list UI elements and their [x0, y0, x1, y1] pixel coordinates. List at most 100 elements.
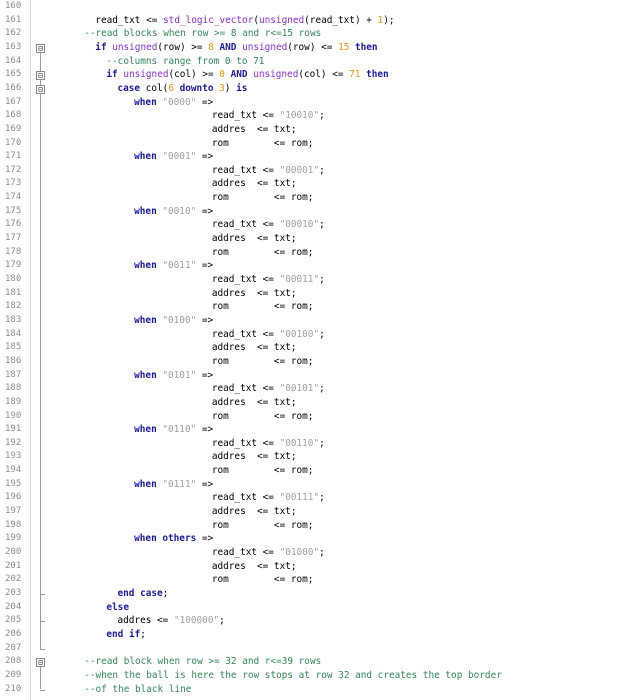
- code-line[interactable]: when "0011" =>: [134, 260, 213, 271]
- code-token: addres <= txt;: [211, 178, 297, 190]
- code-line[interactable]: addres <= txt;: [212, 178, 297, 189]
- code-token: rom <= rom;: [211, 192, 314, 204]
- code-line[interactable]: addres <= "100000";: [118, 615, 225, 626]
- fold-toggle-icon[interactable]: ⊟: [36, 658, 45, 668]
- code-token: "00010": [279, 219, 320, 231]
- code-line[interactable]: when "0100" =>: [134, 315, 213, 326]
- code-line[interactable]: addres <= txt;: [212, 233, 297, 244]
- code-token: addres <= txt;: [211, 287, 297, 299]
- code-line[interactable]: --columns range from 0 to 71: [106, 56, 264, 67]
- code-line[interactable]: read_txt <= "00100";: [212, 329, 325, 340]
- code-token: col(: [145, 82, 169, 94]
- code-line[interactable]: read_txt <= "01000";: [212, 547, 325, 558]
- code-line[interactable]: --when the ball is here the row stops at…: [84, 670, 502, 681]
- code-line[interactable]: rom <= rom;: [212, 520, 314, 531]
- code-token: --read blocks when row >= 8 and r<=15 ro…: [84, 28, 322, 40]
- code-token: unsigned: [253, 69, 299, 81]
- code-token: when: [134, 424, 163, 436]
- code-line[interactable]: read_txt <= "00011";: [212, 274, 325, 285]
- code-line[interactable]: rom <= rom;: [212, 356, 314, 367]
- code-line[interactable]: when "0010" =>: [134, 206, 213, 217]
- code-token: --read block when row >= 32 and r<=39 ro…: [84, 656, 322, 668]
- code-line[interactable]: when others =>: [134, 533, 213, 544]
- code-token: then: [360, 69, 389, 81]
- code-token: 15: [338, 41, 350, 53]
- code-token: read_txt <=: [211, 547, 280, 558]
- code-line[interactable]: when "0101" =>: [134, 370, 213, 381]
- fold-toggle-icon[interactable]: ⊟: [36, 84, 45, 94]
- code-token: =>: [196, 369, 214, 381]
- code-token: rom <= rom;: [211, 465, 314, 477]
- code-token: =>: [196, 205, 214, 217]
- code-token: =>: [196, 478, 214, 490]
- code-token: if: [106, 69, 124, 81]
- code-line[interactable]: addres <= txt;: [212, 288, 297, 299]
- fold-end-marker: [40, 689, 45, 691]
- code-token: addres <= txt;: [211, 396, 297, 408]
- code-token: "0111": [162, 478, 197, 490]
- code-line[interactable]: addres <= txt;: [212, 342, 297, 353]
- code-line[interactable]: --read blocks when row >= 8 and r<=15 ro…: [84, 28, 321, 39]
- code-token: "0110": [162, 424, 197, 436]
- code-token: --of the black line: [84, 683, 192, 695]
- code-token: addres <= txt;: [211, 233, 297, 245]
- code-token: end case: [117, 587, 163, 599]
- code-line[interactable]: read_txt <= "10010";: [212, 110, 325, 121]
- code-line[interactable]: end case;: [118, 588, 169, 599]
- code-token: ;: [319, 110, 325, 122]
- code-line[interactable]: rom <= rom;: [212, 247, 314, 258]
- code-line[interactable]: --of the black line: [84, 684, 191, 695]
- code-line[interactable]: addres <= txt;: [212, 561, 297, 572]
- code-line[interactable]: if unsigned(row) >= 8 AND unsigned(row) …: [95, 42, 377, 53]
- code-line[interactable]: when "0001" =>: [134, 151, 213, 162]
- code-token: downto: [173, 82, 220, 94]
- fold-end-marker: [40, 648, 45, 650]
- code-token: =>: [196, 424, 214, 436]
- code-line[interactable]: read_txt <= "00001";: [212, 165, 325, 176]
- code-token: end if: [106, 628, 141, 640]
- code-line[interactable]: rom <= rom;: [212, 301, 314, 312]
- code-token: addres <= txt;: [211, 506, 297, 518]
- code-line[interactable]: rom <= rom;: [212, 411, 314, 422]
- code-line[interactable]: else: [106, 602, 129, 613]
- code-token: ;: [319, 437, 325, 449]
- code-line[interactable]: addres <= txt;: [212, 506, 297, 517]
- code-token: "00101": [279, 383, 320, 395]
- code-line[interactable]: if unsigned(col) >= 0 AND unsigned(col) …: [106, 69, 388, 80]
- code-line[interactable]: rom <= rom;: [212, 465, 314, 476]
- code-line[interactable]: case col(6 downto 3) is: [118, 83, 248, 94]
- code-line[interactable]: read_txt <= "00110";: [212, 438, 325, 449]
- code-line[interactable]: addres <= txt;: [212, 451, 297, 462]
- code-line[interactable]: rom <= rom;: [212, 574, 314, 585]
- code-token: then: [349, 41, 378, 53]
- code-token: 71: [349, 69, 361, 81]
- fold-toggle-icon[interactable]: ⊟: [36, 43, 45, 53]
- code-line[interactable]: rom <= rom;: [212, 192, 314, 203]
- code-line[interactable]: when "0111" =>: [134, 479, 213, 490]
- code-line[interactable]: when "0000" =>: [134, 97, 213, 108]
- code-line[interactable]: read_txt <= std_logic_vector(unsigned(re…: [95, 15, 394, 26]
- fold-end-marker: [40, 593, 45, 595]
- code-token: addres <= txt;: [211, 560, 297, 572]
- code-line[interactable]: read_txt <= "00111";: [212, 492, 325, 503]
- code-line[interactable]: --read block when row >= 32 and r<=39 ro…: [84, 656, 321, 667]
- code-token: "10010": [279, 110, 320, 122]
- code-token: "0001": [162, 151, 197, 163]
- fold-toggle-icon[interactable]: ⊟: [36, 71, 45, 81]
- code-token: "0100": [162, 314, 197, 326]
- code-line[interactable]: addres <= txt;: [212, 124, 297, 135]
- code-line[interactable]: end if;: [106, 629, 146, 640]
- code-token: =>: [196, 533, 214, 545]
- code-token: ;: [319, 383, 325, 395]
- code-token: rom <= rom;: [211, 137, 314, 149]
- code-editor[interactable]: 160 161 162 163 164 165 166 167 168 169 170 171 172 1…: [0, 0, 639, 700]
- code-token: rom <= rom;: [211, 519, 314, 531]
- code-line[interactable]: read_txt <= "00010";: [212, 219, 325, 230]
- code-token: "00001": [279, 164, 320, 176]
- code-line[interactable]: rom <= rom;: [212, 138, 314, 149]
- code-line[interactable]: when "0110" =>: [134, 424, 213, 435]
- code-line[interactable]: read_txt <= "00101";: [212, 383, 325, 394]
- code-token: "0011": [162, 260, 197, 272]
- code-token: rom <= rom;: [211, 574, 314, 586]
- code-line[interactable]: addres <= txt;: [212, 397, 297, 408]
